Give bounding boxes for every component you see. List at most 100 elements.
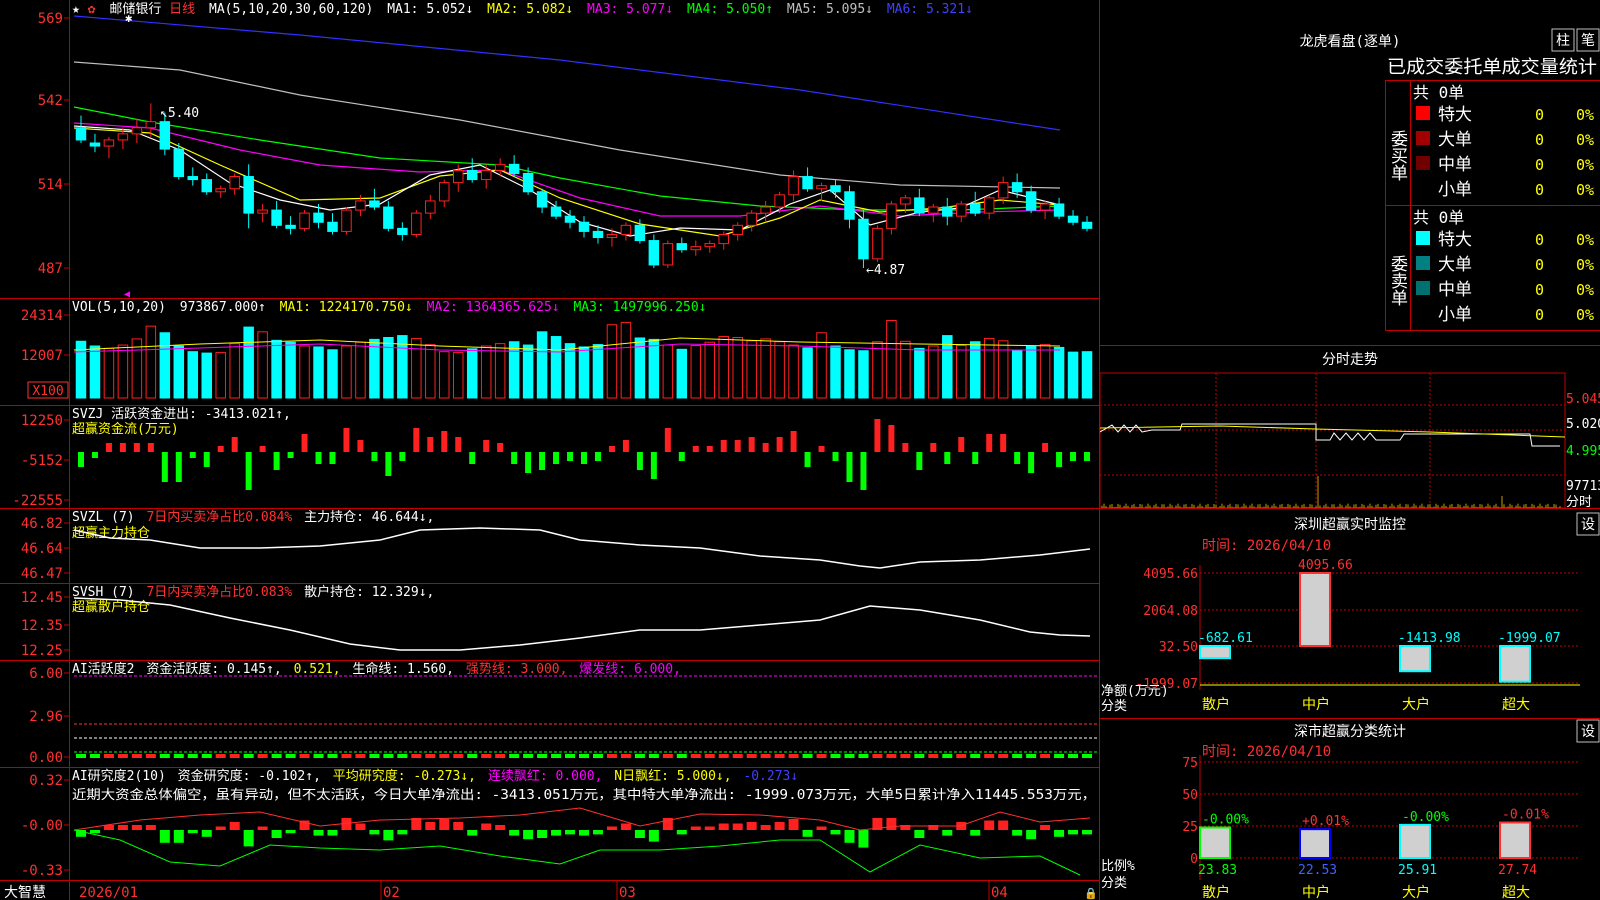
candle-body xyxy=(439,182,450,202)
price-label-487: 487 xyxy=(38,261,63,277)
volume-bar xyxy=(159,332,171,399)
order-count: 0 xyxy=(1535,231,1544,249)
activity-bar xyxy=(774,754,785,758)
activity-bar xyxy=(187,754,198,758)
activity-bar xyxy=(1012,754,1023,758)
volume-bar xyxy=(536,331,548,399)
candle-body xyxy=(313,212,324,223)
sz-class-ratio: 23.83 xyxy=(1198,863,1237,878)
candle-body xyxy=(550,206,562,217)
order-color-swatch xyxy=(1416,181,1430,195)
volume-bar xyxy=(1011,349,1023,399)
research-bar xyxy=(942,830,953,836)
fund-flow-bar xyxy=(818,446,825,452)
activity-bar xyxy=(802,754,813,758)
volume-bar xyxy=(103,347,115,399)
favorite-star-icon[interactable]: ★ xyxy=(72,2,80,17)
sell-orders-label: 委卖单 xyxy=(1387,255,1408,306)
activity-bar xyxy=(299,754,310,758)
candle-body xyxy=(830,185,841,193)
order-color-swatch xyxy=(1416,306,1430,320)
fenshi-price-2: 5.020 xyxy=(1566,417,1600,432)
order-type-label: 小单 xyxy=(1438,180,1472,200)
ai2-label-b: -0.00 xyxy=(21,818,63,834)
candle-body xyxy=(215,188,226,193)
ma5-value: MA5: 5.095↓ xyxy=(787,2,873,17)
fund-flow-bar xyxy=(315,452,322,464)
fund-flow-bar xyxy=(455,437,462,452)
sz-class-chart: 75 50 25 0 -0.00% 23.83 散户 +0.01% 22.53 中户 -0.00% 2… xyxy=(1182,755,1580,900)
volume-bar xyxy=(215,352,226,399)
activity-bar xyxy=(285,754,296,758)
fund-flow-bar xyxy=(511,452,518,464)
fund-flow-bar xyxy=(622,440,629,452)
research-bar xyxy=(1054,830,1065,837)
candle-body xyxy=(201,179,212,193)
sz-monitor-bar xyxy=(1499,645,1531,683)
fenshi-volume-bars xyxy=(1101,476,1561,508)
research-bar xyxy=(187,830,198,834)
fund-flow-bar xyxy=(846,452,853,482)
fund-flow-bar xyxy=(483,440,490,452)
activity-bar xyxy=(928,754,939,758)
fund-flow-bars xyxy=(77,419,1091,490)
sz-class-change: +0.01% xyxy=(1302,814,1349,829)
stock-name: 邮储银行 xyxy=(109,2,161,17)
buy-total: 共 0单 xyxy=(1413,83,1464,102)
activity-bar xyxy=(760,754,771,758)
volume-bar xyxy=(439,351,450,399)
activity-bar xyxy=(243,754,254,758)
candle-body xyxy=(564,215,576,223)
candle-body xyxy=(508,163,520,174)
volume-bar xyxy=(620,321,632,399)
volume-bar xyxy=(313,346,324,399)
research-bar xyxy=(606,826,617,830)
date-label-mar: 03 xyxy=(619,885,636,900)
research-bar xyxy=(816,826,827,830)
lock-icon[interactable]: 🔒 xyxy=(1084,887,1098,900)
activity-bar xyxy=(215,754,226,758)
svsh-header: SVSH (7) 7日内买卖净占比0.083% 散户持仓: 12.329↓, xyxy=(72,584,434,600)
fenshi-unit: 分时 xyxy=(1566,495,1592,510)
candle-body xyxy=(257,209,268,214)
research-bar xyxy=(914,830,925,838)
research-bar xyxy=(369,830,380,835)
candle-body xyxy=(732,224,743,235)
vol-label-top: 24314 xyxy=(21,308,63,324)
activity-bar xyxy=(537,754,548,758)
ai1-header: AI活跃度2 资金活跃度: 0.145↑, 0.521, 生命线: 1.560,… xyxy=(72,661,681,677)
candle-body xyxy=(858,218,869,260)
fund-flow-bar xyxy=(762,443,769,452)
activity-bar xyxy=(131,754,142,758)
candle-body xyxy=(522,172,534,193)
svzl-label-c: 46.47 xyxy=(21,566,63,582)
candle-body xyxy=(704,243,716,248)
order-percent: 0% xyxy=(1576,106,1594,124)
activity-bar xyxy=(579,754,589,758)
candle-body xyxy=(243,176,254,214)
research-bar xyxy=(620,823,631,830)
ai2-header: AI研究度2(10) 资金研究度: -0.102↑, 平均研究度: -0.273… xyxy=(72,768,798,784)
activity-bar xyxy=(271,754,282,758)
sz-class-axis-label: 0 xyxy=(1190,852,1198,867)
sz-monitor-axis-label: 32.50 xyxy=(1159,640,1198,655)
fenshi-title[interactable]: 分时走势 xyxy=(1322,352,1378,368)
sz-class-ratio: 22.53 xyxy=(1298,863,1337,878)
volume-bar xyxy=(858,350,869,399)
volume-bar xyxy=(341,345,352,399)
research-bar xyxy=(579,830,589,836)
candle-body xyxy=(942,206,953,217)
fund-flow-bar xyxy=(203,452,210,467)
fund-flow-bar xyxy=(1042,443,1049,452)
order-percent: 0% xyxy=(1576,181,1594,199)
period-label[interactable]: 日线 xyxy=(169,2,195,17)
fund-flow-bar xyxy=(958,437,965,452)
activity-bar xyxy=(816,754,827,758)
volume-bar xyxy=(131,338,143,399)
svzj-label-b: -5152 xyxy=(21,453,63,469)
fund-flow-bar xyxy=(748,437,755,452)
fund-flow-bar xyxy=(525,452,532,473)
fund-flow-bar xyxy=(650,452,657,479)
candle-body xyxy=(802,176,813,190)
svsh-label-a: 12.45 xyxy=(21,590,63,606)
